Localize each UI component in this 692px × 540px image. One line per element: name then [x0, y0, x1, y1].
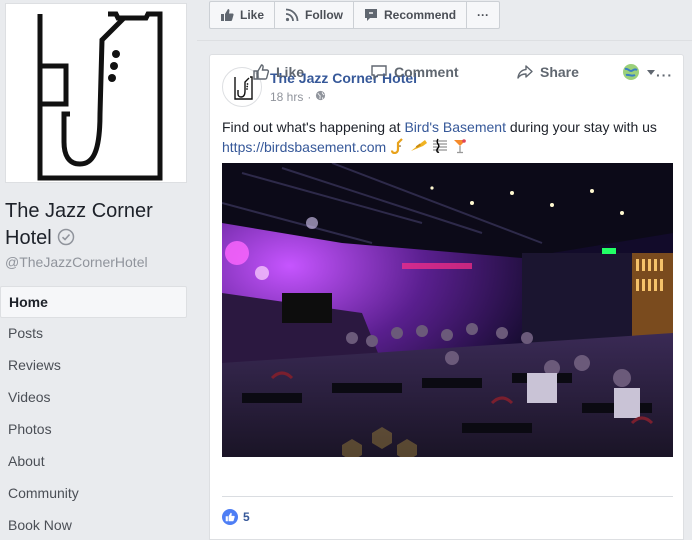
follow-label: Follow: [305, 8, 344, 22]
recommend-button[interactable]: Recommend: [354, 2, 468, 28]
post-share-label: Share: [540, 64, 579, 80]
trumpet-emoji-icon: [410, 138, 428, 159]
page-action-bar: Like Follow Recommend ···: [209, 1, 501, 29]
post-text-part1: Find out what's happening at: [222, 119, 405, 135]
post-url-link[interactable]: https://birdsbasement.com: [222, 139, 386, 155]
recommend-label: Recommend: [384, 8, 457, 22]
sidebar-item-videos[interactable]: Videos: [0, 382, 187, 414]
sidebar-item-community[interactable]: Community: [0, 478, 187, 510]
divider: [197, 40, 692, 41]
saxophone-emoji-icon: [390, 138, 406, 159]
post-card: The Jazz Corner Hotel 18 hrs · ··· Find …: [209, 54, 684, 540]
post-like-label: Like: [276, 64, 305, 80]
page-more-button[interactable]: ···: [467, 2, 499, 28]
meta-separator: ·: [307, 90, 312, 104]
follow-button[interactable]: Follow: [275, 2, 355, 28]
left-column: The Jazz Corner Hotel @TheJazzCornerHote…: [0, 0, 197, 540]
share-arrow-icon: [517, 65, 533, 79]
cocktail-emoji-icon: [452, 138, 468, 159]
sidebar-item-about[interactable]: About: [0, 446, 187, 478]
rss-icon: [285, 8, 299, 22]
sidebar-item-posts[interactable]: Posts: [0, 318, 187, 350]
post-meta: 18 hrs ·: [270, 90, 326, 104]
reaction-summary[interactable]: 5: [222, 509, 250, 525]
reaction-count: 5: [243, 510, 250, 524]
post-as-selector[interactable]: [622, 63, 656, 81]
sidebar-item-photos[interactable]: Photos: [0, 414, 187, 446]
jazz-club-image: [222, 163, 673, 457]
sidebar-item-book-now[interactable]: Book Now: [0, 510, 187, 540]
verified-check-icon: [57, 227, 75, 254]
birds-basement-link[interactable]: Bird's Basement: [404, 119, 506, 135]
post-photo[interactable]: [222, 163, 673, 457]
saxophone-logo: [6, 4, 186, 182]
page-handle[interactable]: @TheJazzCornerHotel: [5, 254, 148, 270]
page-profile-picture[interactable]: [5, 3, 187, 183]
sidebar-item-home[interactable]: Home: [0, 286, 187, 318]
page-like-button[interactable]: Like: [210, 2, 276, 28]
musical-score-emoji-icon: [432, 138, 448, 159]
thumbs-up-icon: [221, 9, 234, 21]
post-like-button[interactable]: Like: [252, 63, 304, 81]
comment-icon: [371, 65, 387, 81]
page-title: The Jazz Corner Hotel: [5, 198, 195, 254]
post-options-button[interactable]: ···: [656, 67, 673, 83]
post-timestamp[interactable]: 18 hrs: [270, 90, 303, 104]
like-reaction-icon: [222, 509, 238, 525]
caret-down-icon: [647, 70, 655, 75]
post-action-divider: [222, 461, 673, 497]
post-message: Find out what's happening at Bird's Base…: [222, 117, 672, 159]
globe-icon[interactable]: [315, 90, 326, 104]
globe-avatar-icon: [623, 64, 639, 80]
post-comment-label: Comment: [394, 64, 459, 80]
page-nav: Home Posts Reviews Videos Photos About C…: [0, 286, 187, 540]
page-name-text: The Jazz Corner Hotel: [5, 200, 153, 249]
post-comment-button[interactable]: Comment: [370, 63, 459, 81]
thumbs-up-outline-icon: [253, 64, 270, 80]
speech-bubble-icon: [365, 9, 378, 21]
post-text-part2: during your stay with us: [505, 119, 657, 135]
page-like-label: Like: [240, 8, 265, 22]
sidebar-item-reviews[interactable]: Reviews: [0, 350, 187, 382]
post-share-button[interactable]: Share: [516, 63, 579, 81]
